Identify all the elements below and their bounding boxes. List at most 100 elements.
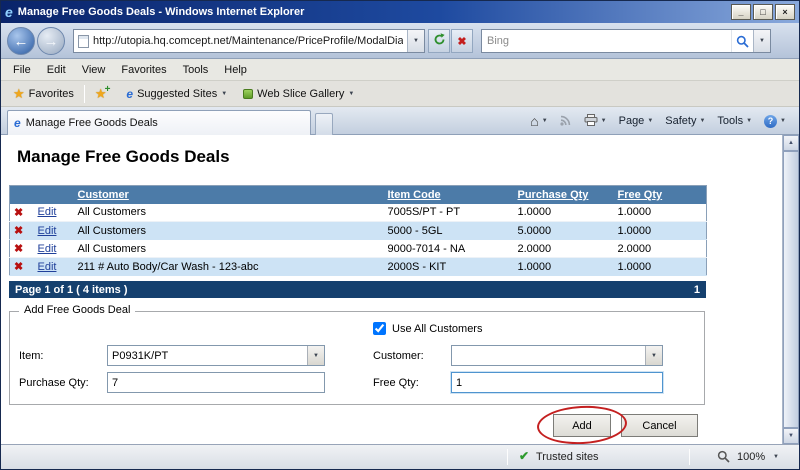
page-title: Manage Free Goods Deals [17, 147, 230, 167]
tab-manage-free-goods-deals[interactable]: e Manage Free Goods Deals [7, 110, 311, 135]
menu-help[interactable]: Help [216, 61, 255, 79]
tab-favicon-icon: e [14, 117, 21, 129]
suggested-sites-button[interactable]: e Suggested Sites ▼ [120, 85, 233, 103]
purchase-qty-label: Purchase Qty: [19, 377, 89, 389]
menu-edit[interactable]: Edit [39, 61, 74, 79]
refresh-button[interactable] [428, 29, 450, 53]
pager-page-number[interactable]: 1 [694, 284, 700, 296]
web-slice-icon [243, 89, 253, 99]
status-bar: ✔ Trusted sites 100% ▼ [1, 444, 799, 469]
cell-purchase-qty: 1.0000 [514, 204, 614, 222]
page-favicon-icon [78, 35, 89, 48]
column-header-purchase-qty[interactable]: Purchase Qty [514, 186, 614, 204]
safety-menu-button[interactable]: Safety ▼ [660, 111, 710, 131]
web-slice-gallery-button[interactable]: Web Slice Gallery ▼ [237, 85, 360, 103]
chevron-down-icon: ▼ [647, 118, 653, 124]
ie-logo-icon: e [5, 5, 13, 19]
chevron-down-icon: ▼ [601, 118, 607, 124]
table-row: ✖ Edit All Customers 5000 - 5GL 5.0000 1… [10, 222, 707, 240]
search-dropdown-button[interactable]: ▼ [753, 30, 770, 52]
tools-menu-label: Tools [717, 115, 743, 127]
item-select[interactable]: P0931K/PT ▼ [107, 345, 325, 366]
vertical-scrollbar[interactable]: ▲ ▼ [782, 135, 799, 444]
delete-icon[interactable]: ✖ [14, 261, 23, 273]
scroll-down-button[interactable]: ▼ [783, 428, 799, 444]
trusted-check-icon: ✔ [519, 449, 529, 463]
divider [84, 85, 85, 103]
column-header-item-code[interactable]: Item Code [384, 186, 514, 204]
address-bar[interactable]: http://utopia.hq.comcept.net/Maintenance… [73, 29, 425, 53]
item-select-value: P0931K/PT [108, 350, 307, 362]
rss-icon [560, 114, 572, 129]
add-to-favorites-bar-button[interactable]: ★ + [89, 84, 117, 103]
edit-link[interactable]: Edit [38, 243, 57, 255]
free-qty-input[interactable] [451, 372, 663, 393]
close-button[interactable]: × [775, 4, 795, 20]
page-menu-button[interactable]: Page ▼ [614, 111, 659, 131]
item-select-dropdown[interactable]: ▼ [307, 346, 324, 365]
tab-label: Manage Free Goods Deals [26, 117, 158, 129]
chevron-down-icon: ▼ [313, 353, 319, 359]
minimize-button[interactable]: _ [731, 4, 751, 20]
scrollbar-thumb[interactable] [783, 151, 799, 428]
address-dropdown-button[interactable]: ▼ [407, 30, 424, 52]
edit-link[interactable]: Edit [38, 225, 57, 237]
favorites-button[interactable]: ★ Favorites [7, 84, 80, 103]
stop-button[interactable]: ✖ [451, 29, 473, 53]
deals-table: Customer Item Code Purchase Qty Free Qty… [9, 185, 707, 276]
feeds-button[interactable] [555, 110, 577, 133]
cell-free-qty: 1.0000 [614, 222, 707, 240]
add-button[interactable]: Add [553, 414, 611, 437]
purchase-qty-input[interactable] [107, 372, 325, 393]
back-arrow-icon: ← [14, 33, 29, 50]
menu-view[interactable]: View [74, 61, 114, 79]
cell-customer: All Customers [74, 240, 384, 258]
maximize-button[interactable]: □ [753, 4, 773, 20]
tab-bar: e Manage Free Goods Deals ⌂ ▼ ▼ Page [1, 107, 799, 135]
delete-icon[interactable]: ✖ [14, 243, 23, 255]
chevron-down-icon: ▼ [221, 91, 227, 97]
use-all-customers-label[interactable]: Use All Customers [392, 323, 482, 335]
menu-tools[interactable]: Tools [175, 61, 217, 79]
address-url: http://utopia.hq.comcept.net/Maintenance… [93, 35, 403, 47]
page-menu-label: Page [619, 115, 645, 127]
scroll-up-button[interactable]: ▲ [783, 135, 799, 151]
customer-select[interactable]: ▼ [451, 345, 663, 366]
refresh-icon [433, 33, 446, 49]
print-button[interactable]: ▼ [579, 110, 612, 133]
tools-menu-button[interactable]: Tools ▼ [712, 111, 757, 131]
delete-icon[interactable]: ✖ [14, 225, 23, 237]
use-all-customers-checkbox[interactable] [373, 322, 386, 335]
delete-icon[interactable]: ✖ [14, 207, 23, 219]
search-input[interactable] [482, 31, 731, 51]
home-button[interactable]: ⌂ ▼ [525, 110, 552, 132]
arrow-up-icon: ▲ [788, 140, 794, 146]
customer-select-dropdown[interactable]: ▼ [645, 346, 662, 365]
edit-link[interactable]: Edit [38, 206, 57, 218]
table-row: ✖ Edit All Customers 7005S/PT - PT 1.000… [10, 204, 707, 222]
column-header-free-qty[interactable]: Free Qty [614, 186, 707, 204]
cell-free-qty: 2.0000 [614, 240, 707, 258]
home-icon: ⌂ [530, 114, 538, 128]
cancel-button[interactable]: Cancel [621, 414, 698, 437]
back-button[interactable]: ← [7, 27, 35, 55]
menu-favorites[interactable]: Favorites [113, 61, 174, 79]
column-header-edit [34, 186, 74, 204]
column-header-customer[interactable]: Customer [74, 186, 384, 204]
favorites-label: Favorites [29, 88, 74, 100]
chevron-down-icon: ▼ [348, 91, 354, 97]
edit-link[interactable]: Edit [38, 261, 57, 273]
menu-bar: File Edit View Favorites Tools Help [1, 59, 799, 81]
cell-item-code: 2000S - KIT [384, 258, 514, 276]
new-tab-stub[interactable] [315, 113, 333, 135]
zoom-level[interactable]: 100% [737, 451, 765, 463]
menu-file[interactable]: File [5, 61, 39, 79]
zoom-dropdown[interactable]: ▼ [773, 454, 779, 460]
search-icon[interactable] [731, 30, 753, 52]
column-header-delete [10, 186, 34, 204]
forward-button[interactable]: → [37, 27, 65, 55]
help-button[interactable]: ? ▼ [759, 111, 791, 132]
chevron-down-icon: ▼ [759, 38, 765, 44]
chevron-down-icon: ▼ [746, 118, 752, 124]
cell-free-qty: 1.0000 [614, 258, 707, 276]
